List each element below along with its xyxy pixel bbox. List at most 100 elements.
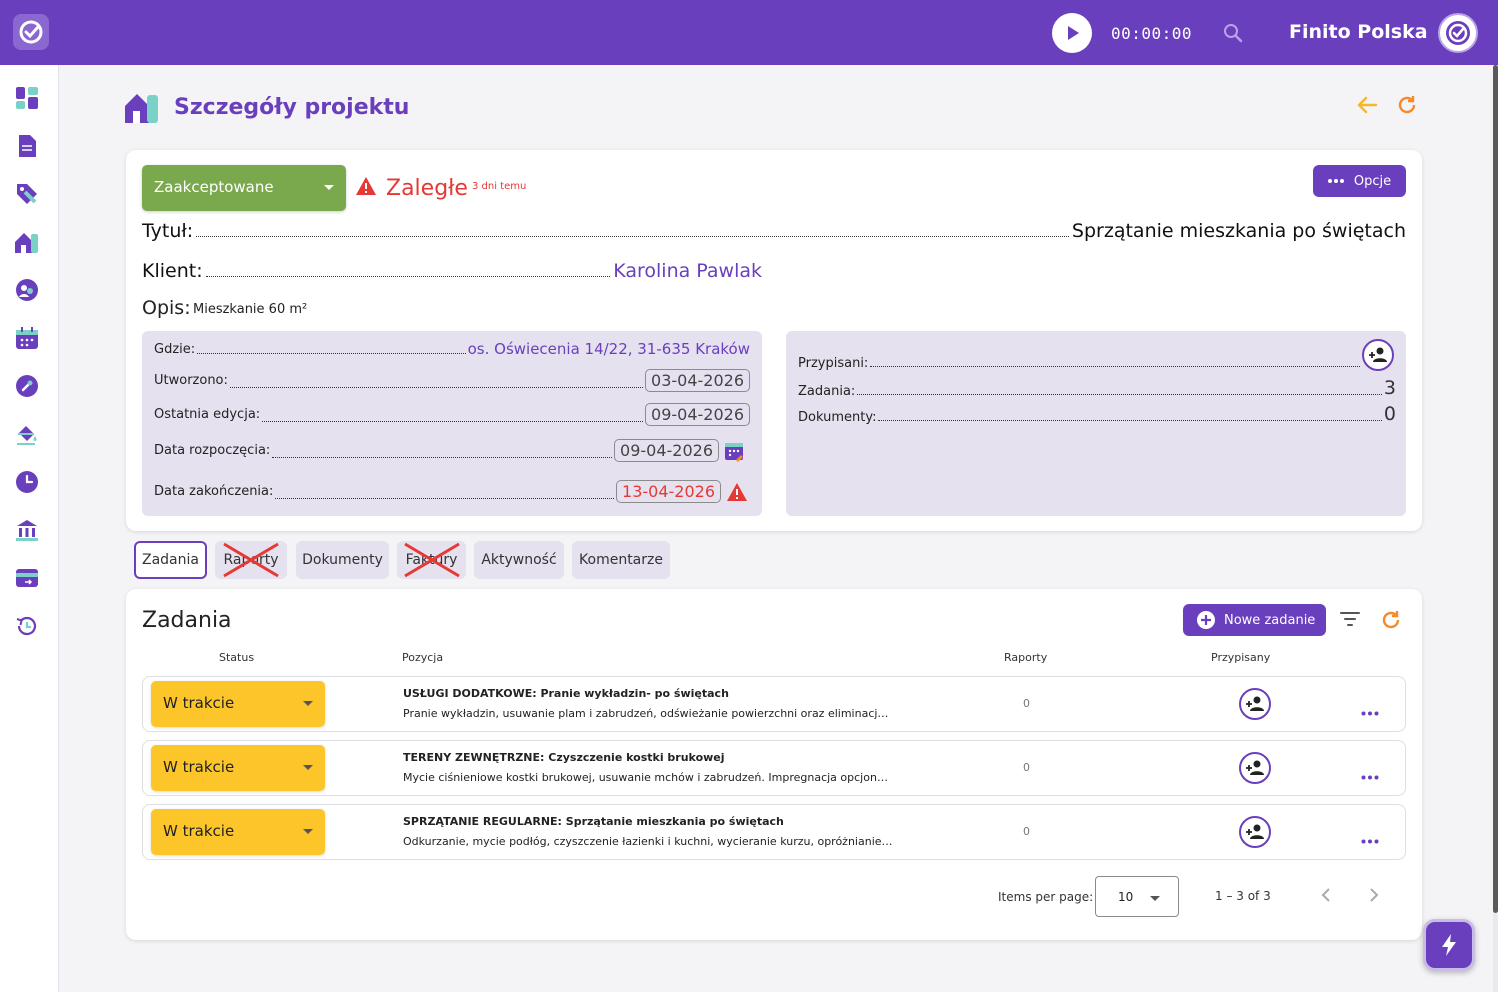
- person-add-icon: [1246, 696, 1264, 711]
- docs-count-row: Dokumenty: 0: [798, 403, 1396, 425]
- calendar-edit-icon[interactable]: [724, 440, 744, 462]
- tab-raporty[interactable]: Raporty: [215, 541, 287, 579]
- created-row: Utworzono: 03-04-2026: [154, 369, 750, 392]
- task-status-dropdown[interactable]: W trakcie: [151, 681, 325, 727]
- task-status-dropdown[interactable]: W trakcie: [151, 809, 325, 855]
- new-task-button[interactable]: Nowe zadanie: [1183, 604, 1326, 636]
- where-label: Gdzie:: [154, 341, 196, 357]
- client-link[interactable]: Karolina Pawlak: [613, 260, 762, 282]
- edited-label: Ostatnia edycja:: [154, 407, 261, 422]
- user-avatar[interactable]: [1438, 13, 1478, 53]
- items-per-page-select[interactable]: 10: [1095, 876, 1179, 917]
- more-options-icon[interactable]: [1361, 701, 1379, 720]
- history-icon[interactable]: [14, 613, 40, 639]
- options-label: Opcje: [1353, 173, 1392, 189]
- options-button[interactable]: Opcje: [1313, 165, 1406, 197]
- pagination-range: 1 – 3 of 3: [1215, 889, 1271, 903]
- client-label: Klient:: [142, 260, 203, 282]
- project-status-dropdown[interactable]: Zaakceptowane: [142, 165, 346, 211]
- assign-user-button[interactable]: [1239, 688, 1271, 720]
- column-header-status[interactable]: Status: [219, 651, 254, 664]
- tasks-section-title: Zadania: [142, 608, 232, 633]
- start-row: Data rozpoczęcia: 09-04-2026: [154, 439, 744, 462]
- bank-icon[interactable]: [14, 517, 40, 543]
- table-row[interactable]: W trakcie SPRZĄTANIE REGULARNE: Sprzątan…: [142, 804, 1406, 860]
- tag-icon[interactable]: [14, 181, 40, 207]
- project-info-box: Gdzie: os. Oświecenia 14/22, 31-635 Krak…: [142, 331, 762, 516]
- table-row[interactable]: W trakcie USŁUGI DODATKOWE: Pranie wykła…: [142, 676, 1406, 732]
- tasks-count-value: 3: [1383, 377, 1396, 399]
- client-row: Klient: Karolina Pawlak: [142, 260, 762, 282]
- play-icon: [1068, 26, 1079, 40]
- project-details-card: Zaakceptowane Zaległe 3 dni temu Opcje T…: [126, 150, 1422, 531]
- tasks-count-row: Zadania: 3: [798, 377, 1396, 399]
- task-status-value: W trakcie: [163, 694, 235, 712]
- assignment-info-box: Przypisani: Zadania: 3 Dokumenty: 0: [786, 331, 1406, 516]
- plus-circle-icon: [1197, 611, 1215, 629]
- task-reports-count: 0: [1023, 825, 1030, 838]
- tab-aktywnosc[interactable]: Aktywność: [474, 541, 564, 579]
- more-options-icon[interactable]: [1361, 829, 1379, 848]
- task-reports-count: 0: [1023, 761, 1030, 774]
- refresh-icon[interactable]: [1380, 609, 1402, 635]
- task-title[interactable]: TERENY ZEWNĘTRZNE: Czyszczenie kostki br…: [403, 751, 725, 764]
- column-header-position[interactable]: Pozycja: [402, 651, 443, 664]
- project-status-value: Zaakceptowane: [154, 178, 274, 196]
- task-description: Pranie wykładzin, usuwanie plam i zabrud…: [403, 707, 893, 720]
- warning-icon: [726, 482, 748, 502]
- document-icon[interactable]: [14, 133, 40, 159]
- tools-icon[interactable]: [14, 373, 40, 399]
- tab-faktury[interactable]: Faktury: [397, 541, 466, 579]
- tab-zadania[interactable]: Zadania: [134, 541, 207, 579]
- docs-count-value: 0: [1383, 403, 1396, 425]
- task-status-value: W trakcie: [163, 758, 235, 776]
- chevron-down-icon: [324, 185, 334, 190]
- chevron-down-icon: [1150, 896, 1160, 901]
- task-title[interactable]: USŁUGI DODATKOWE: Pranie wykładzin- po ś…: [403, 687, 729, 700]
- projects-icon: [124, 90, 162, 128]
- company-name[interactable]: Finito Polska: [1289, 21, 1428, 43]
- chevron-down-icon: [303, 701, 313, 706]
- sidebar: [0, 65, 59, 992]
- task-description: Odkurzanie, mycie podłóg, czyszczenie ła…: [403, 835, 893, 848]
- timer-play-button[interactable]: [1052, 13, 1092, 53]
- task-title[interactable]: SPRZĄTANIE REGULARNE: Sprzątanie mieszka…: [403, 815, 784, 828]
- table-row[interactable]: W trakcie TERENY ZEWNĘTRZNE: Czyszczenie…: [142, 740, 1406, 796]
- new-task-label: Nowe zadanie: [1224, 612, 1316, 628]
- where-link[interactable]: os. Oświecenia 14/22, 31-635 Kraków: [468, 340, 750, 358]
- scrollbar-thumb[interactable]: [1493, 65, 1498, 913]
- paint-icon[interactable]: [14, 421, 40, 447]
- chevron-left-icon[interactable]: [1320, 887, 1332, 907]
- clock-icon[interactable]: [14, 469, 40, 495]
- add-assignee-button[interactable]: [1362, 339, 1394, 371]
- app-logo-icon[interactable]: [13, 14, 49, 50]
- where-row: Gdzie: os. Oświecenia 14/22, 31-635 Krak…: [154, 340, 750, 358]
- page-title: Szczegóły projektu: [174, 95, 410, 120]
- tasks-card: Zadania Nowe zadanie Status Pozycja Rapo…: [126, 589, 1422, 940]
- back-arrow-icon[interactable]: [1356, 95, 1378, 119]
- card-icon[interactable]: [14, 565, 40, 591]
- created-date: 03-04-2026: [645, 369, 750, 392]
- refresh-icon[interactable]: [1396, 94, 1418, 120]
- more-options-icon[interactable]: [1361, 765, 1379, 784]
- desc-label: Opis:: [142, 297, 191, 319]
- dashboard-icon[interactable]: [14, 85, 40, 111]
- column-header-assigned[interactable]: Przypisany: [1211, 651, 1270, 664]
- lightning-icon: [1442, 934, 1456, 956]
- start-date[interactable]: 09-04-2026: [614, 439, 719, 462]
- assign-user-button[interactable]: [1239, 752, 1271, 784]
- task-status-dropdown[interactable]: W trakcie: [151, 745, 325, 791]
- column-header-reports[interactable]: Raporty: [1004, 651, 1047, 664]
- clients-icon[interactable]: [14, 277, 40, 303]
- calendar-icon[interactable]: [14, 325, 40, 351]
- overdue-label: Zaległe: [386, 176, 468, 201]
- chevron-right-icon[interactable]: [1368, 887, 1380, 907]
- search-icon[interactable]: [1223, 23, 1243, 47]
- projects-icon[interactable]: [14, 229, 40, 255]
- tab-komentarze[interactable]: Komentarze: [572, 541, 670, 579]
- tab-dokumenty[interactable]: Dokumenty: [296, 541, 389, 579]
- filter-icon[interactable]: [1339, 610, 1361, 632]
- assign-user-button[interactable]: [1239, 816, 1271, 848]
- title-label: Tytuł:: [142, 220, 194, 242]
- quick-action-button[interactable]: [1423, 919, 1475, 971]
